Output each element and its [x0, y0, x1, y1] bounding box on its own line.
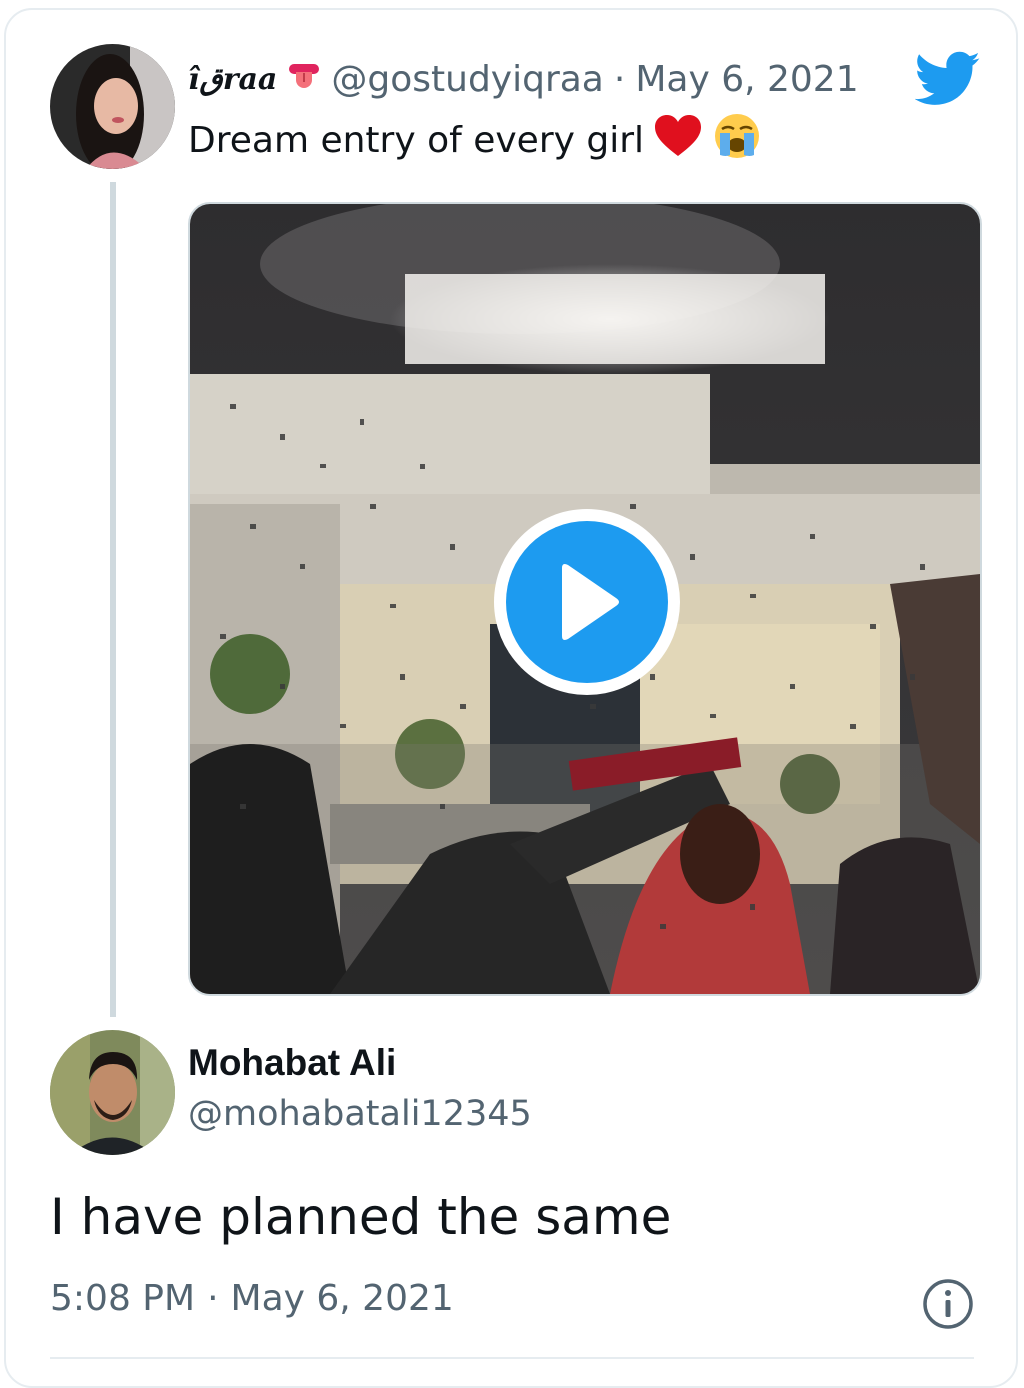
video-thumbnail[interactable] — [188, 202, 982, 996]
twitter-bird-icon[interactable] — [915, 50, 981, 108]
reply-handle[interactable]: @mohabatali12345 — [188, 1094, 532, 1134]
separator-dot: · — [613, 58, 626, 100]
tweet-text: Dream entry of every girl — [188, 112, 762, 168]
separator-dot: · — [207, 1278, 219, 1319]
red-heart-emoji-icon — [654, 114, 702, 167]
divider — [50, 1357, 974, 1359]
play-icon — [506, 521, 668, 683]
play-button[interactable] — [494, 509, 680, 695]
tweet-date[interactable]: May 6, 2021 — [635, 59, 858, 100]
thread-connector-line — [110, 182, 116, 1017]
avatar[interactable] — [50, 44, 175, 169]
user-handle[interactable]: @gostudyiqraa — [331, 59, 604, 100]
tweet-header: îقraa @gostudyiqraa · May 6, 2021 — [188, 52, 859, 106]
reply-text: I have planned the same — [50, 1188, 672, 1246]
info-icon[interactable] — [922, 1278, 974, 1330]
reply-display-name[interactable]: Mohabat Ali — [188, 1042, 396, 1084]
reply-date: May 6, 2021 — [230, 1278, 454, 1319]
avatar[interactable] — [50, 1030, 175, 1155]
display-name[interactable]: îقraa — [188, 62, 277, 97]
tweet-text-content: Dream entry of every girl — [188, 119, 645, 161]
reply-time: 5:08 PM — [50, 1278, 196, 1319]
reply-timestamp[interactable]: 5:08 PM · May 6, 2021 — [50, 1278, 454, 1319]
loudly-crying-face-emoji-icon — [712, 111, 762, 170]
tongue-emoji-icon — [287, 60, 321, 98]
